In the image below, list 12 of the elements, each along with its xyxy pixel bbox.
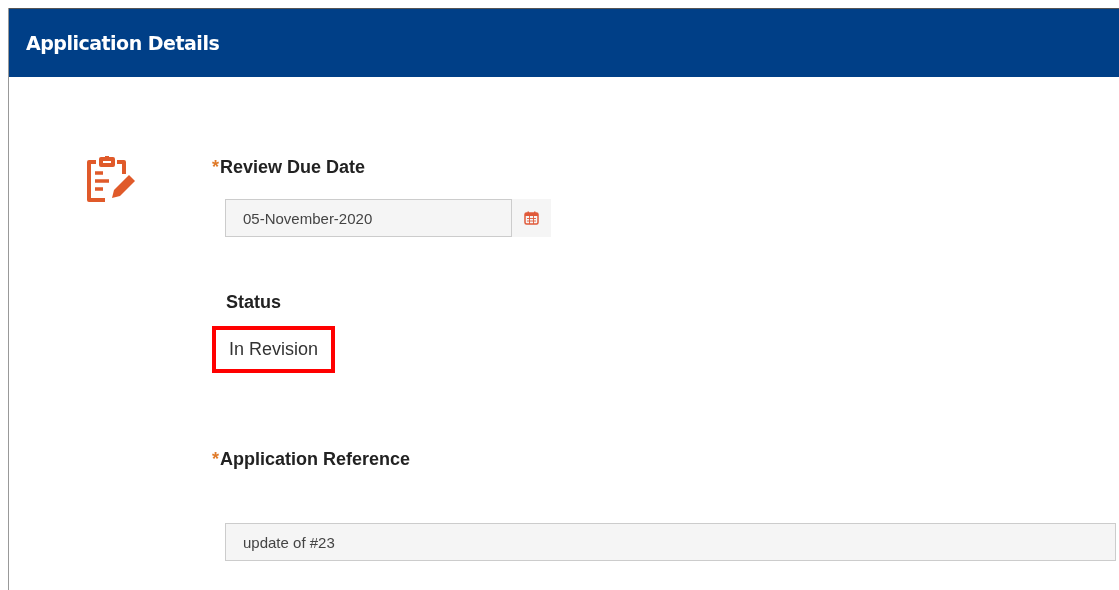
required-asterisk: * [212, 449, 219, 470]
field-label: Application Reference [220, 449, 411, 470]
panel-title: Application Details [26, 32, 220, 54]
field-label: Status [226, 292, 281, 313]
required-asterisk: * [212, 157, 219, 178]
field-label: Review Due Date [220, 157, 366, 178]
calendar-button[interactable] [512, 199, 551, 237]
clipboard-pencil-icon [85, 155, 135, 203]
calendar-icon [524, 211, 539, 225]
date-field[interactable]: 05-November-2020 [225, 199, 512, 237]
reference-field[interactable]: update of #23 [225, 523, 1116, 561]
status-value: In Revision [212, 326, 336, 373]
